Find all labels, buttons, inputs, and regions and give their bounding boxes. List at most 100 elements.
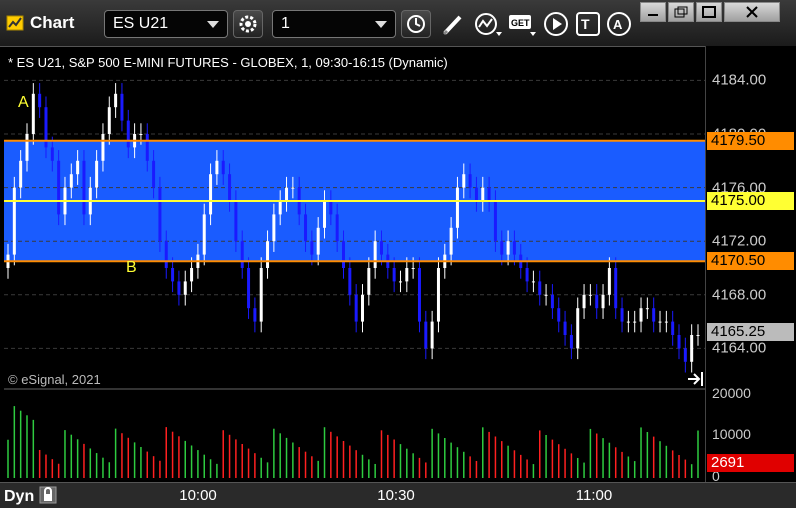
time-tick-label: 10:30 <box>377 487 415 504</box>
price-tick-label: 4168.00 <box>712 286 767 304</box>
candle-body <box>50 147 54 161</box>
candle-body <box>95 160 99 188</box>
candle-body <box>215 160 219 175</box>
candle-body <box>417 268 421 322</box>
candle-body <box>379 241 383 255</box>
candle-body <box>392 268 396 282</box>
candle-body <box>538 281 542 295</box>
candle-body <box>696 335 700 336</box>
candle-body <box>645 308 649 310</box>
candle-body <box>468 174 472 188</box>
candle-body <box>304 214 308 242</box>
candle-body <box>582 294 586 309</box>
last-price-tag: 4165.25 <box>707 322 794 341</box>
candle-body <box>171 268 175 282</box>
candle-body <box>481 187 485 201</box>
candle-body <box>209 174 213 215</box>
candle-body <box>474 187 478 201</box>
time-tick-label: 10:00 <box>179 487 217 504</box>
chart-window: { "toolbar": { "title": "Chart", "symbol… <box>0 0 796 508</box>
candle-body <box>576 308 580 349</box>
candle-body <box>544 294 548 296</box>
candle-body <box>202 214 206 255</box>
level-price-tag: 4170.50 <box>707 252 794 271</box>
candle-body <box>658 321 662 323</box>
candle-body <box>183 281 187 295</box>
level-price-tag: 4179.50 <box>707 131 794 150</box>
lock-icon[interactable] <box>39 486 57 504</box>
candle-body <box>367 268 371 295</box>
candle-body <box>323 201 327 228</box>
volume-tick-label: 10000 <box>712 426 751 442</box>
candle-body <box>31 93 35 134</box>
chart-header: * ES U21, S&P 500 E-MINI FUTURES - GLOBE… <box>8 55 448 70</box>
candle-body <box>38 93 42 108</box>
candle-body <box>310 241 314 255</box>
candle-body <box>671 321 675 335</box>
candle-body <box>639 308 643 322</box>
price-tick-label: 4184.00 <box>712 71 767 89</box>
candle-body <box>436 268 440 322</box>
copyright-label: © eSignal, 2021 <box>8 372 101 387</box>
candle-body <box>424 321 428 349</box>
level-price-tag: 4175.00 <box>707 192 794 210</box>
candle-body <box>633 321 637 323</box>
candle-body <box>228 174 232 201</box>
candle-body <box>506 241 510 255</box>
candle-body <box>69 174 73 188</box>
candle-body <box>266 241 270 268</box>
scroll-to-end-icon[interactable] <box>688 372 703 386</box>
candle-body <box>329 201 333 215</box>
candle-body <box>430 321 434 349</box>
candle-body <box>348 268 352 295</box>
candle-body <box>152 160 156 188</box>
candle-body <box>342 241 346 268</box>
candle-body <box>677 335 681 349</box>
annotation-label-b: B <box>126 259 137 276</box>
candle-body <box>76 160 80 175</box>
candle-body <box>107 107 111 134</box>
candle-body <box>664 321 668 323</box>
candle-body <box>139 134 143 135</box>
candle-body <box>291 187 295 189</box>
candle-body <box>158 187 162 242</box>
candle-body <box>316 227 320 255</box>
price-chart[interactable]: AB <box>0 0 796 508</box>
candle-body <box>449 227 453 255</box>
candle-body <box>354 294 358 322</box>
candle-body <box>557 308 561 322</box>
candle-body <box>614 268 618 309</box>
candle-body <box>373 241 377 268</box>
candle-body <box>563 321 567 335</box>
volume-tick-label: 20000 <box>712 385 751 401</box>
candle-body <box>652 308 656 322</box>
candle-body <box>126 120 130 148</box>
candle-body <box>512 241 516 255</box>
candle-body <box>234 201 238 242</box>
candle-body <box>272 214 276 242</box>
candle-body <box>190 268 194 282</box>
candle-body <box>360 294 364 322</box>
annotation-label-a: A <box>18 94 29 111</box>
candle-body <box>525 268 529 282</box>
price-tick-label: 4172.00 <box>712 232 767 250</box>
candle-body <box>259 268 263 322</box>
candle-body <box>455 187 459 228</box>
candle-body <box>240 241 244 268</box>
price-tick-label: 4164.00 <box>712 339 767 357</box>
candle-body <box>114 93 118 108</box>
candle-body <box>164 241 168 268</box>
candle-body <box>145 134 149 161</box>
candle-body <box>462 174 466 188</box>
time-tick-label: 11:00 <box>575 487 613 504</box>
candle-body <box>601 294 605 309</box>
candle-body <box>683 348 687 362</box>
candle-body <box>595 294 599 309</box>
candle-body <box>253 308 257 322</box>
candle-body <box>221 160 225 175</box>
candle-body <box>101 134 105 161</box>
dynamic-mode-label[interactable]: Dyn <box>4 486 57 506</box>
candle-body <box>405 268 409 282</box>
candle-body <box>12 187 16 255</box>
candle-body <box>569 335 573 349</box>
